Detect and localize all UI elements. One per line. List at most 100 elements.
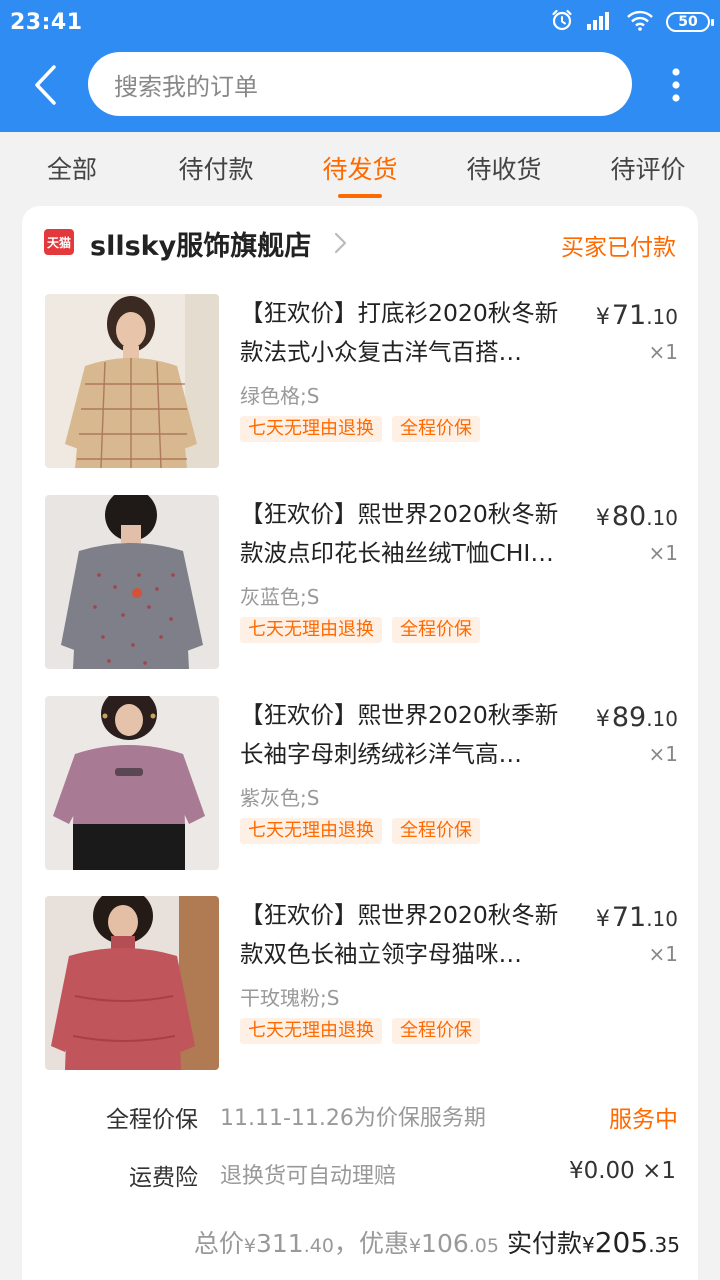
order-card[interactable]: 天猫 sllsky服饰旗舰店 买家已付款 【狂欢价】打底衫2020秋冬新 款法式… (22, 206, 698, 1280)
status-icons: 50 (550, 8, 714, 36)
tab-pending-review[interactable]: 待评价 (576, 132, 720, 204)
product-title[interactable]: 【狂欢价】熙世界2020秋季新 长袖字母刺绣绒衫洋气高… (240, 696, 582, 774)
order-tabs: 全部 待付款 待发货 待收货 待评价 (0, 132, 720, 204)
search-input[interactable]: 搜索我的订单 (88, 52, 632, 116)
price-dec: .10 (646, 506, 678, 530)
total-dec: .40 (303, 1235, 334, 1257)
chevron-right-icon (330, 228, 350, 258)
product-title-line2: 长袖字母刺绣绒衫洋气高… (240, 740, 522, 768)
more-button[interactable] (658, 60, 694, 110)
price-int: 89 (611, 702, 647, 733)
product-title-line1: 【狂欢价】熙世界2020秋季新 (240, 701, 559, 729)
price-dec: .10 (646, 305, 678, 329)
total-int: 311 (255, 1229, 304, 1258)
price-protect-row[interactable]: 全程价保 11.11-11.26为价保服务期 服务中 (22, 1100, 698, 1140)
product-title-line1: 【狂欢价】熙世界2020秋冬新 (240, 500, 559, 528)
product-title-line2: 款双色长袖立领字母猫咪… (240, 940, 522, 968)
total-currency: ¥ (243, 1235, 256, 1257)
product-title-line2: 款法式小众复古洋气百搭… (240, 338, 522, 366)
more-vertical-icon (672, 68, 680, 102)
order-item[interactable]: 【狂欢价】打底衫2020秋冬新 款法式小众复古洋气百搭… ¥71.10 ×1 绿… (22, 294, 698, 470)
product-price: ¥71.10 (596, 902, 678, 933)
price-int: 71 (611, 300, 647, 331)
product-variant: 灰蓝色;S (240, 585, 320, 609)
product-image (45, 495, 219, 669)
tag-seven-day-return: 七天无理由退换 (240, 416, 382, 442)
product-price: ¥80.10 (596, 501, 678, 532)
wifi-icon (626, 9, 654, 35)
tag-seven-day-return: 七天无理由退换 (240, 1018, 382, 1044)
discount-int: 106 (421, 1229, 469, 1258)
paid-label: 实付款 (506, 1229, 582, 1258)
battery-icon: 50 (666, 12, 714, 32)
search-placeholder: 搜索我的订单 (114, 72, 258, 101)
alarm-icon (550, 8, 574, 36)
product-variant: 紫灰色;S (240, 786, 320, 810)
product-image (45, 896, 219, 1070)
tag-price-protect: 全程价保 (392, 1018, 480, 1044)
signal-icon (586, 9, 614, 35)
price-protect-label: 全程价保 (106, 1107, 198, 1133)
tag-seven-day-return: 七天无理由退换 (240, 818, 382, 844)
order-item[interactable]: 【狂欢价】熙世界2020秋冬新 款双色长袖立领字母猫咪… ¥71.10 ×1 干… (22, 896, 698, 1072)
price-currency: ¥ (595, 707, 610, 732)
status-time: 23:41 (10, 10, 83, 35)
product-variant: 干玫瑰粉;S (240, 986, 340, 1010)
product-title[interactable]: 【狂欢价】熙世界2020秋冬新 款双色长袖立领字母猫咪… (240, 896, 582, 974)
discount-dec: .05 (468, 1235, 499, 1257)
product-title-line1: 【狂欢价】打底衫2020秋冬新 (240, 299, 559, 327)
product-title-line1: 【狂欢价】熙世界2020秋冬新 (240, 901, 559, 929)
service-tags: 七天无理由退换 全程价保 (240, 1018, 480, 1044)
tag-price-protect: 全程价保 (392, 617, 480, 643)
service-tags: 七天无理由退换 全程价保 (240, 818, 480, 844)
product-quantity: ×1 (648, 942, 678, 966)
tag-seven-day-return: 七天无理由退换 (240, 617, 382, 643)
price-currency: ¥ (595, 305, 610, 330)
paid-int: 205 (594, 1226, 649, 1259)
tab-pending-payment[interactable]: 待付款 (144, 132, 288, 204)
tab-pending-receipt[interactable]: 待收货 (432, 132, 576, 204)
shipping-insurance-fee: ¥0.00 ×1 (568, 1158, 676, 1184)
discount-currency: ¥ (408, 1235, 422, 1257)
product-title-line2: 款波点印花长袖丝绒T恤CHI… (240, 539, 554, 567)
shop-name[interactable]: sllsky服饰旗舰店 (90, 224, 311, 263)
back-button[interactable] (22, 58, 68, 112)
product-price: ¥89.10 (596, 702, 678, 733)
total-separator: ， (333, 1229, 359, 1258)
price-currency: ¥ (595, 506, 610, 531)
price-protect-status[interactable]: 服务中 (609, 1100, 678, 1134)
discount-label: 优惠 (358, 1229, 409, 1258)
product-price: ¥71.10 (596, 300, 678, 331)
price-int: 71 (611, 902, 647, 933)
price-currency: ¥ (595, 907, 610, 932)
paid-currency: ¥ (582, 1233, 595, 1257)
order-item[interactable]: 【狂欢价】熙世界2020秋季新 长袖字母刺绣绒衫洋气高… ¥89.10 ×1 紫… (22, 696, 698, 872)
product-quantity: ×1 (648, 742, 678, 766)
shipping-insurance-label: 运费险 (129, 1165, 198, 1191)
back-arrow-icon (35, 65, 56, 105)
shipping-insurance-row[interactable]: 运费险 退换货可自动理赔 ¥0.00 ×1 (22, 1158, 698, 1198)
product-title[interactable]: 【狂欢价】打底衫2020秋冬新 款法式小众复古洋气百搭… (240, 294, 582, 372)
product-image (45, 696, 219, 870)
tab-pending-shipment[interactable]: 待发货 (288, 132, 432, 204)
product-variant: 绿色格;S (240, 384, 320, 408)
order-status: 买家已付款 (561, 235, 676, 261)
tag-price-protect: 全程价保 (392, 818, 480, 844)
app-header: 23:41 50 搜索我的订单 (0, 0, 720, 132)
product-title[interactable]: 【狂欢价】熙世界2020秋冬新 款波点印花长袖丝绒T恤CHI… (240, 495, 582, 573)
order-totals: 总价 ¥ 311 .40 ， 优惠 ¥ 106 .05 实付款 ¥ 205 .3… (194, 1224, 680, 1260)
product-quantity: ×1 (648, 340, 678, 364)
price-dec: .10 (646, 707, 678, 731)
price-int: 80 (611, 501, 647, 532)
total-label: 总价 (193, 1229, 244, 1258)
shop-header[interactable]: 天猫 sllsky服饰旗舰店 买家已付款 (22, 206, 698, 280)
product-quantity: ×1 (648, 541, 678, 565)
order-item[interactable]: 【狂欢价】熙世界2020秋冬新 款波点印花长袖丝绒T恤CHI… ¥80.10 ×… (22, 495, 698, 671)
price-protect-desc: 11.11-11.26为价保服务期 (220, 1106, 486, 1131)
price-dec: .10 (646, 907, 678, 931)
tmall-logo: 天猫 (44, 229, 74, 255)
tab-all[interactable]: 全部 (0, 132, 144, 204)
service-tags: 七天无理由退换 全程价保 (240, 617, 480, 643)
shipping-insurance-desc: 退换货可自动理赔 (220, 1164, 397, 1189)
tag-price-protect: 全程价保 (392, 416, 480, 442)
